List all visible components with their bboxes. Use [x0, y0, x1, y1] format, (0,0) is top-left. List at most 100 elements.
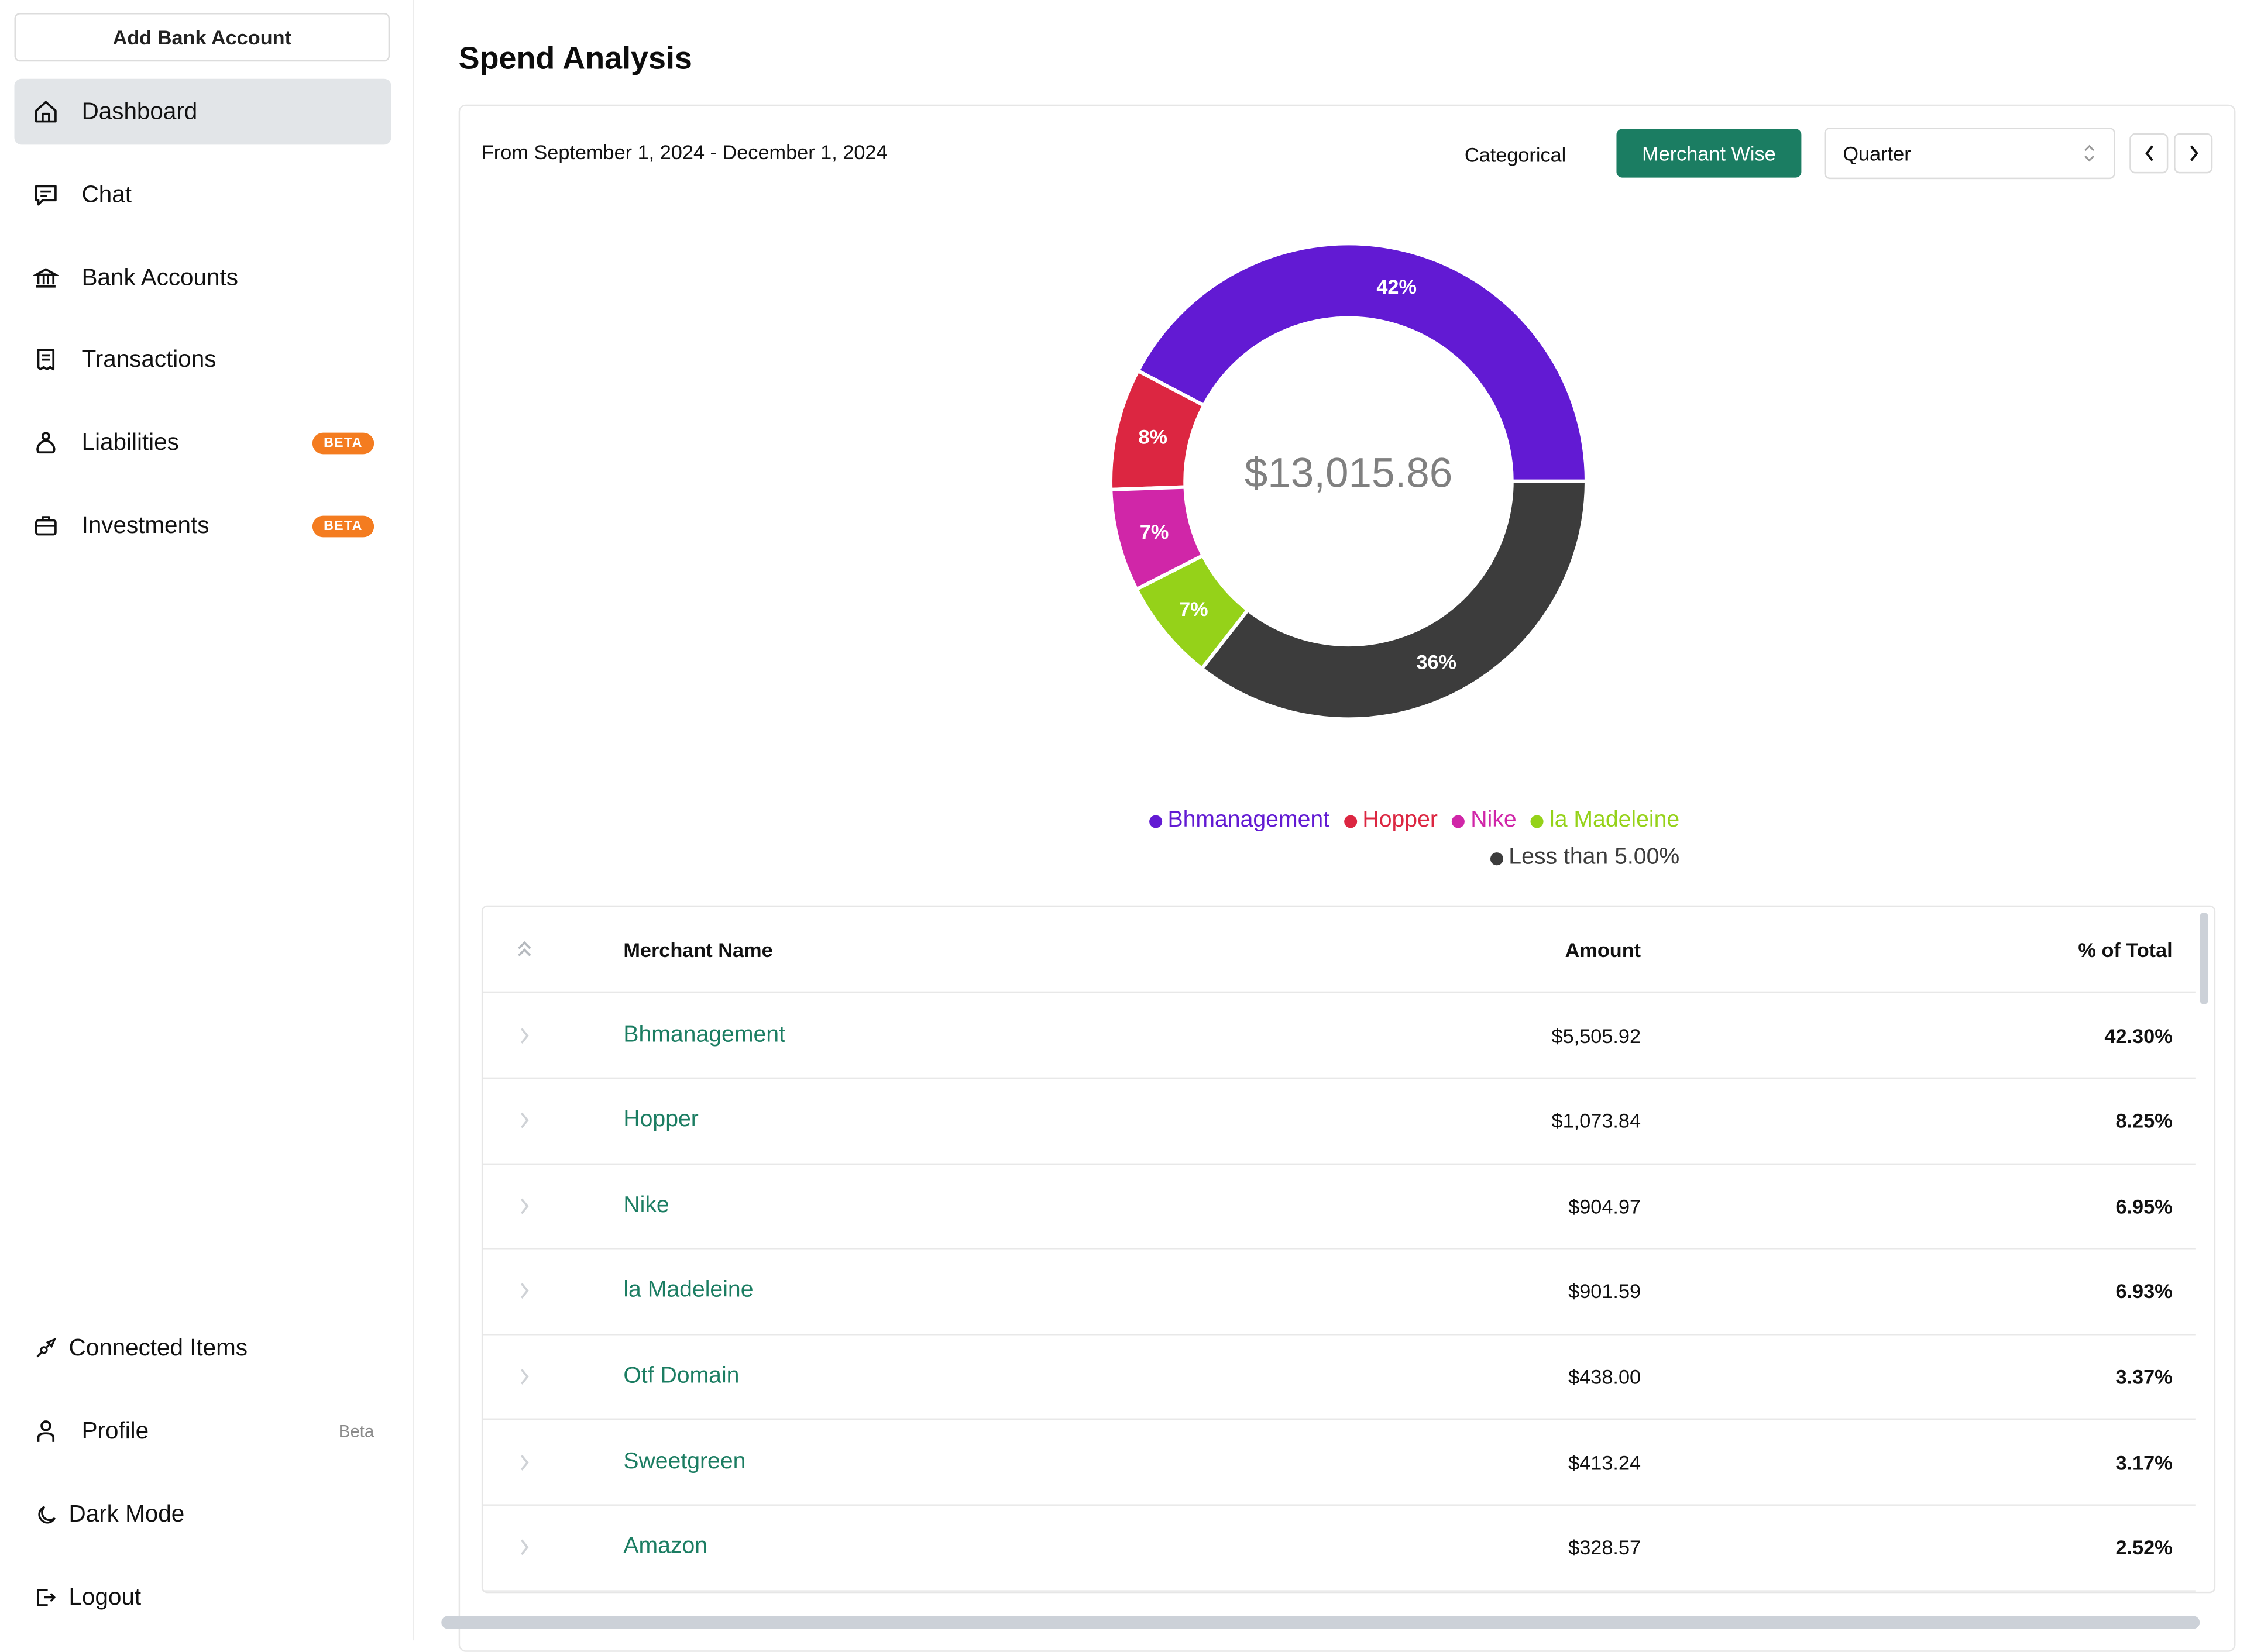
legend-dot-icon	[1490, 851, 1503, 865]
legend-item[interactable]: Bhmanagement	[1149, 808, 1329, 834]
legend-item[interactable]: Less than 5.00%	[1490, 845, 1679, 871]
sidebar-item-profile[interactable]: Profile Beta	[14, 1398, 391, 1464]
tab-merchant-wise[interactable]: Merchant Wise	[1616, 129, 1802, 178]
vertical-scrollbar[interactable]	[2200, 913, 2208, 1004]
legend-dot-icon	[1344, 814, 1357, 828]
donut-slice[interactable]	[1199, 479, 1589, 721]
sidebar-item-label: Transactions	[81, 346, 217, 372]
column-header-merchant[interactable]: Merchant Name	[623, 938, 772, 961]
briefcase-icon	[32, 511, 60, 540]
expand-row-icon[interactable]	[514, 1364, 534, 1389]
sidebar-item-label: Investments	[81, 512, 209, 538]
slice-label: 42%	[1376, 276, 1417, 298]
amount-cell: $1,073.84	[1551, 1109, 1641, 1132]
money-bag-icon	[32, 428, 60, 457]
expand-row-icon[interactable]	[514, 1022, 534, 1048]
amount-cell: $5,505.92	[1551, 1023, 1641, 1047]
table-row[interactable]: Otf Domain $438.00 3.37%	[483, 1334, 2196, 1420]
chat-icon	[32, 181, 60, 209]
receipt-icon	[32, 345, 60, 374]
table-row[interactable]: Sweetgreen $413.24 3.17%	[483, 1420, 2196, 1506]
table-row[interactable]: Bhmanagement $5,505.92 42.30%	[483, 993, 2196, 1079]
logout-icon	[32, 1583, 60, 1612]
legend-dot-icon	[1149, 814, 1162, 828]
sidebar-item-bank-accounts[interactable]: Bank Accounts	[14, 245, 391, 311]
legend-label: Less than 5.00%	[1509, 845, 1680, 870]
pct-cell: 3.17%	[2115, 1450, 2173, 1474]
period-select[interactable]: Quarter	[1824, 127, 2115, 180]
merchant-name-link[interactable]: Otf Domain	[623, 1364, 739, 1389]
sidebar-item-label: Connected Items	[68, 1334, 248, 1361]
pct-cell: 2.52%	[2115, 1536, 2173, 1559]
page-title: Spend Analysis	[458, 40, 692, 76]
table-row[interactable]: Hopper $1,073.84 8.25%	[483, 1078, 2196, 1165]
pct-cell: 6.93%	[2115, 1279, 2173, 1303]
expand-row-icon[interactable]	[514, 1449, 534, 1475]
slice-label: 7%	[1179, 598, 1208, 621]
select-updown-icon	[2084, 144, 2095, 162]
tab-categorical[interactable]: Categorical	[1447, 130, 1583, 178]
bank-icon	[32, 264, 60, 292]
pct-cell: 6.95%	[2115, 1194, 2173, 1217]
legend-item[interactable]: Hopper	[1344, 808, 1438, 834]
legend-label: Bhmanagement	[1167, 808, 1330, 832]
expand-row-icon[interactable]	[514, 1278, 534, 1304]
chevron-right-icon	[2189, 145, 2198, 161]
merchant-name-link[interactable]: Hopper	[623, 1107, 699, 1133]
pct-cell: 42.30%	[2104, 1023, 2173, 1047]
pct-cell: 3.37%	[2115, 1365, 2173, 1388]
date-range: From September 1, 2024 - December 1, 202…	[481, 140, 888, 164]
collapse-all-icon[interactable]	[514, 936, 534, 962]
merchant-name-link[interactable]: Bhmanagement	[623, 1022, 785, 1048]
sidebar-item-connected-items[interactable]: Connected Items	[14, 1315, 391, 1381]
expand-row-icon[interactable]	[514, 1534, 534, 1560]
pct-cell: 8.25%	[2115, 1109, 2173, 1132]
sidebar-item-chat[interactable]: Chat	[14, 162, 391, 228]
slice-label: 8%	[1138, 426, 1167, 449]
merchant-name-link[interactable]: Amazon	[623, 1534, 707, 1560]
sidebar-item-label: Logout	[68, 1584, 142, 1610]
legend-dot-icon	[1452, 814, 1465, 828]
beta-badge: BETA	[312, 515, 374, 537]
amount-cell: $413.24	[1568, 1450, 1641, 1474]
sidebar-item-transactions[interactable]: Transactions	[14, 326, 391, 393]
add-bank-account-button[interactable]: Add Bank Account	[14, 13, 390, 62]
legend-dot-icon	[1531, 814, 1544, 828]
previous-period-button[interactable]	[2129, 133, 2169, 174]
donut-slice[interactable]	[1135, 242, 1589, 483]
table-row[interactable]: Nike $904.97 6.95%	[483, 1164, 2196, 1250]
merchant-name-link[interactable]: Nike	[623, 1193, 669, 1219]
sidebar: Add Bank Account Dashboard Chat Bank Acc…	[0, 0, 414, 1641]
chart-legend: Bhmanagement Hopper Nike la Madeleine Less t…	[917, 808, 1679, 871]
table-row[interactable]: la Madeleine $901.59 6.93%	[483, 1249, 2196, 1335]
chevron-left-icon	[2144, 145, 2153, 161]
sidebar-item-dashboard[interactable]: Dashboard	[14, 78, 391, 145]
column-header-amount[interactable]: Amount	[1565, 938, 1641, 961]
slice-label: 7%	[1140, 521, 1169, 543]
donut-center-total: $13,015.86	[1244, 451, 1453, 497]
sidebar-item-dark-mode[interactable]: Dark Mode	[14, 1481, 391, 1547]
sidebar-item-label: Profile	[81, 1417, 149, 1444]
sidebar-item-investments[interactable]: Investments BETA	[14, 493, 391, 559]
sidebar-item-label: Dark Mode	[68, 1500, 185, 1527]
legend-item[interactable]: Nike	[1452, 808, 1517, 834]
horizontal-scrollbar[interactable]	[441, 1616, 2200, 1629]
expand-row-icon[interactable]	[514, 1193, 534, 1219]
sidebar-item-liabilities[interactable]: Liabilities BETA	[14, 409, 391, 476]
sidebar-item-label: Bank Accounts	[81, 264, 238, 290]
sidebar-item-label: Dashboard	[81, 98, 198, 124]
sidebar-item-label: Chat	[81, 181, 132, 207]
legend-label: Nike	[1470, 808, 1517, 832]
table-row[interactable]: Amazon $328.57 2.52%	[483, 1505, 2196, 1591]
column-header-pct[interactable]: % of Total	[2078, 938, 2172, 961]
user-icon	[32, 1417, 60, 1445]
beta-tag: Beta	[338, 1421, 374, 1441]
sidebar-item-logout[interactable]: Logout	[14, 1564, 391, 1630]
next-period-button[interactable]	[2174, 133, 2213, 174]
expand-row-icon[interactable]	[514, 1107, 534, 1133]
legend-item[interactable]: la Madeleine	[1531, 808, 1679, 834]
merchant-name-link[interactable]: Sweetgreen	[623, 1449, 745, 1475]
period-select-value: Quarter	[1843, 142, 1911, 165]
merchant-name-link[interactable]: la Madeleine	[623, 1278, 753, 1304]
beta-badge: BETA	[312, 432, 374, 454]
